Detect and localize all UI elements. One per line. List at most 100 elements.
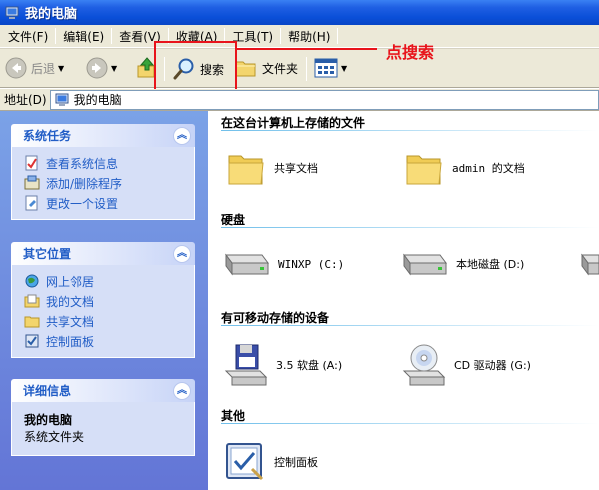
control-panel-icon — [226, 443, 264, 481]
back-button[interactable]: 后退 ▼ — [5, 57, 64, 79]
group-title-stored-files: 在这台计算机上存储的文件 — [221, 116, 366, 130]
group-title-removable: 有可移动存储的设备 — [221, 311, 330, 325]
forward-button[interactable]: ▼ — [86, 57, 117, 79]
chevron-down-icon[interactable]: ▼ — [58, 64, 64, 73]
chevron-down-icon[interactable]: ▼ — [111, 64, 117, 73]
forward-arrow-icon — [86, 57, 108, 79]
menu-separator — [55, 28, 57, 44]
link-label: 更改一个设置 — [46, 196, 119, 211]
group-divider — [221, 325, 599, 326]
control-panel-icon — [25, 334, 39, 348]
floppy-drive-icon — [224, 344, 268, 386]
title-bar[interactable]: 我的电脑 — [0, 0, 599, 25]
network-globe-icon — [25, 274, 39, 288]
shared-documents-link[interactable]: 共享文档 — [24, 311, 194, 331]
view-system-info-link[interactable]: 查看系统信息 — [24, 153, 194, 173]
my-documents-icon — [24, 294, 40, 308]
hard-drive-icon — [581, 253, 599, 276]
shared-documents-item[interactable]: 共享文档 — [226, 148, 318, 188]
add-remove-programs-link[interactable]: 添加/删除程序 — [24, 173, 194, 193]
system-tasks-panel: 系统任务 ︽ 查看系统信息 添加/删除程序 更改一个设置 — [11, 124, 195, 220]
search-highlight-box — [154, 41, 237, 95]
menu-bar: 文件(F) 编辑(E) 查看(V) 收藏(A) 工具(T) 帮助(H) — [0, 25, 599, 48]
views-button[interactable]: ▼ — [314, 57, 347, 79]
collapse-icon[interactable]: ︽ — [173, 244, 191, 263]
group-title-other: 其他 — [221, 409, 246, 423]
toolbar: 后退 ▼ ▼ 搜索 文件夹 ▼ — [0, 48, 599, 88]
change-setting-link[interactable]: 更改一个设置 — [24, 193, 194, 213]
other-places-header[interactable]: 其它位置 ︽ — [11, 242, 195, 265]
address-value: 我的电脑 — [73, 93, 122, 107]
details-header[interactable]: 详细信息 ︽ — [11, 379, 195, 402]
group-divider — [221, 423, 599, 424]
my-computer-icon — [55, 93, 69, 106]
details-panel: 详细信息 ︽ 我的电脑 系统文件夹 — [11, 379, 195, 456]
address-label: 地址(D) — [4, 93, 47, 107]
my-documents-link[interactable]: 我的文档 — [24, 291, 194, 311]
address-bar: 地址(D) 我的电脑 — [0, 89, 599, 111]
toolbar-separator — [306, 57, 307, 81]
menu-separator — [337, 28, 339, 44]
annotation-line — [237, 48, 377, 50]
content-pane: 在这台计算机上存储的文件 共享文档 admin 的文档 硬盘 WINXP (C:… — [208, 111, 599, 490]
link-label: 控制面板 — [46, 334, 95, 349]
chevron-down-icon[interactable]: ▼ — [341, 64, 347, 73]
group-divider — [221, 227, 599, 228]
window-title: 我的电脑 — [25, 7, 78, 22]
folder-icon — [406, 155, 442, 185]
drive-d-item[interactable]: 本地磁盘 (D:) — [400, 247, 524, 281]
control-panel-link[interactable]: 控制面板 — [24, 331, 194, 351]
item-label: 3.5 软盘 (A:) — [276, 359, 343, 372]
menu-separator — [111, 28, 113, 44]
folder-icon — [235, 61, 256, 77]
link-label: 我的文档 — [46, 294, 95, 309]
add-remove-icon — [24, 175, 40, 190]
item-label: 共享文档 — [274, 162, 318, 175]
folders-button[interactable]: 文件夹 — [234, 57, 298, 79]
menu-file[interactable]: 文件(F) — [2, 28, 54, 45]
folders-label: 文件夹 — [262, 61, 299, 76]
group-title-hard-disks: 硬盘 — [221, 213, 246, 227]
link-label: 共享文档 — [46, 314, 95, 329]
my-computer-icon — [5, 6, 19, 19]
collapse-icon[interactable]: ︽ — [173, 381, 191, 400]
drive-c-item[interactable]: WINXP (C:) — [222, 247, 344, 281]
floppy-drive-item[interactable]: 3.5 软盘 (A:) — [222, 343, 342, 387]
control-panel-item[interactable]: 控制面板 — [224, 441, 318, 483]
cd-drive-icon — [402, 344, 446, 386]
hard-drive-icon — [403, 253, 447, 276]
detail-type: 系统文件夹 — [24, 430, 85, 444]
system-tasks-body: 查看系统信息 添加/删除程序 更改一个设置 — [11, 147, 195, 220]
views-icon — [314, 58, 338, 78]
detail-name: 我的电脑 — [24, 413, 73, 427]
item-label: 控制面板 — [274, 456, 318, 469]
admin-documents-item[interactable]: admin 的文档 — [404, 148, 525, 188]
back-arrow-icon — [5, 57, 27, 79]
panel-title: 系统任务 — [23, 129, 72, 143]
back-label: 后退 — [31, 61, 56, 76]
other-places-panel: 其它位置 ︽ 网上邻居 我的文档 共享文档 控制面板 — [11, 242, 195, 358]
panel-title: 其它位置 — [23, 247, 72, 261]
link-label: 添加/删除程序 — [46, 176, 123, 191]
drive-partial-item[interactable] — [578, 247, 599, 281]
other-places-body: 网上邻居 我的文档 共享文档 控制面板 — [11, 265, 195, 358]
group-divider — [221, 130, 599, 131]
network-places-link[interactable]: 网上邻居 — [24, 271, 194, 291]
panel-title: 详细信息 — [23, 384, 72, 398]
system-info-icon — [25, 155, 38, 171]
folder-icon — [228, 155, 264, 185]
item-label: WINXP (C:) — [278, 257, 345, 271]
item-label: CD 驱动器 (G:) — [454, 359, 531, 372]
link-label: 网上邻居 — [46, 274, 95, 289]
address-field[interactable]: 我的电脑 — [49, 89, 599, 110]
shared-folder-icon — [24, 316, 40, 328]
system-tasks-header[interactable]: 系统任务 ︽ — [11, 124, 195, 147]
collapse-icon[interactable]: ︽ — [173, 126, 191, 145]
menu-help[interactable]: 帮助(H) — [282, 28, 336, 45]
menu-edit[interactable]: 编辑(E) — [57, 28, 110, 45]
details-body: 我的电脑 系统文件夹 — [11, 402, 195, 456]
task-pane: 系统任务 ︽ 查看系统信息 添加/删除程序 更改一个设置 其它位置 ︽ 网上邻居… — [0, 111, 208, 490]
cd-drive-item[interactable]: CD 驱动器 (G:) — [400, 343, 531, 387]
hard-drive-icon — [225, 253, 269, 276]
menu-separator — [280, 28, 282, 44]
